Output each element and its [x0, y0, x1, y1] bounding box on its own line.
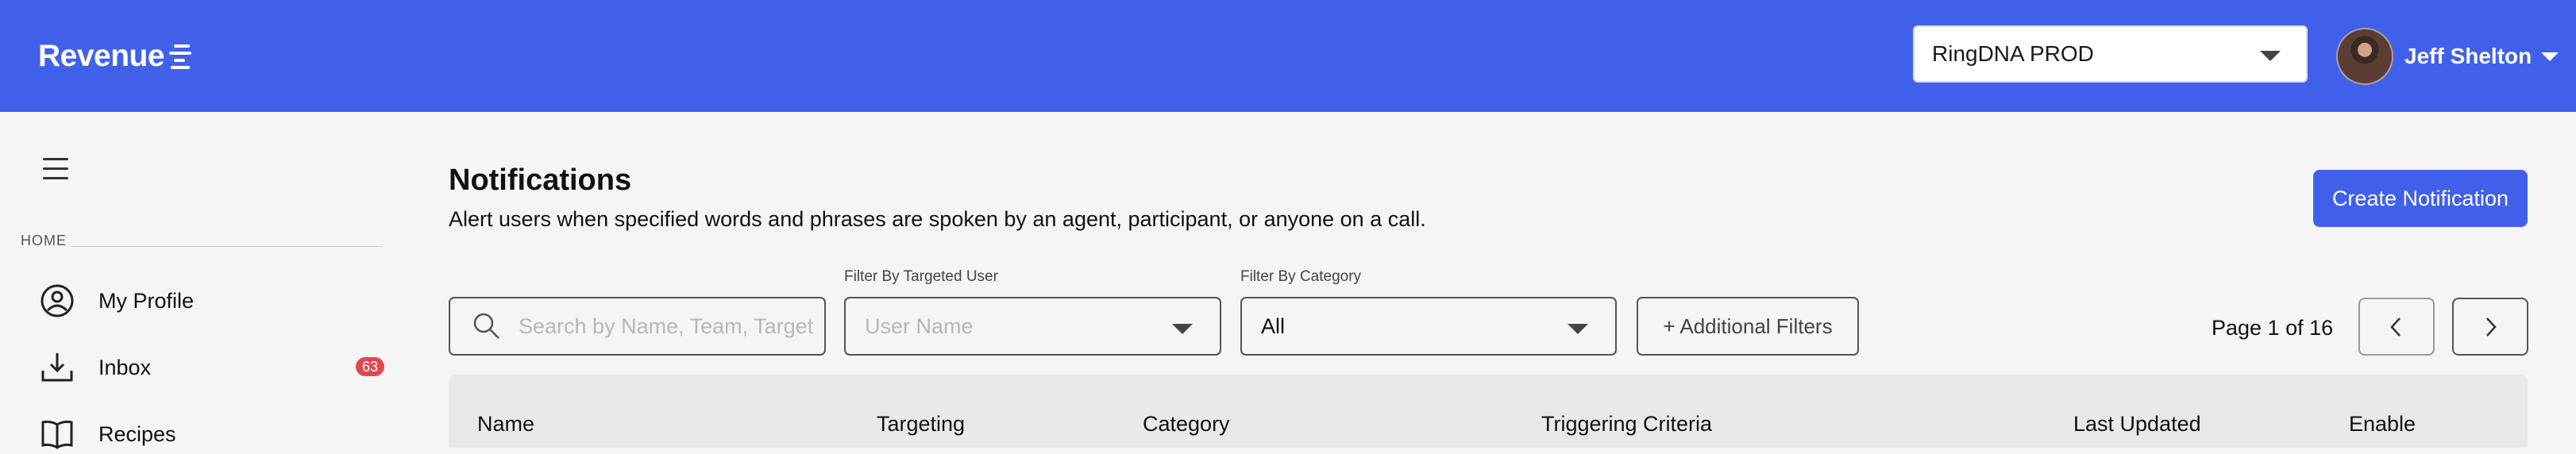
- brand-name: Revenue: [38, 39, 165, 73]
- brand-mark-icon: [169, 44, 192, 69]
- column-header-name[interactable]: Name: [477, 412, 534, 437]
- page-title: Notifications: [449, 164, 632, 197]
- sidebar-section-label: HOME: [21, 233, 67, 248]
- sidebar-item-label: My Profile: [98, 288, 195, 313]
- book-icon: [40, 417, 75, 452]
- app-logo[interactable]: Revenue: [38, 38, 192, 75]
- user-menu[interactable]: Jeff Shelton: [2336, 28, 2559, 85]
- inbox-icon: [40, 350, 75, 385]
- category-select[interactable]: All: [1240, 297, 1617, 356]
- sidebar-item-inbox[interactable]: Inbox 63: [40, 348, 389, 387]
- chevron-down-icon: [1172, 324, 1193, 334]
- search-field[interactable]: Search by Name, Team, Target: [449, 297, 826, 356]
- avatar: [2336, 28, 2393, 85]
- sidebar-item-label: Recipes: [98, 421, 176, 446]
- divider: [71, 246, 383, 247]
- category-select-value: All: [1261, 314, 1286, 338]
- pagination-text: Page 1 of 16: [2212, 316, 2334, 340]
- category-filter-label: Filter By Category: [1240, 268, 1362, 285]
- sidebar-item-recipes[interactable]: Recipes: [40, 414, 389, 454]
- column-header-triggering-criteria[interactable]: Triggering Criteria: [1541, 412, 1712, 437]
- sidebar-item-my-profile[interactable]: My Profile: [40, 281, 389, 321]
- create-notification-button[interactable]: Create Notification: [2313, 170, 2528, 227]
- table-header: [449, 375, 2528, 448]
- column-header-category[interactable]: Category: [1143, 412, 1230, 437]
- user-circle-icon: [40, 283, 75, 318]
- page-subtitle: Alert users when specified words and phr…: [449, 207, 1426, 231]
- menu-toggle-icon[interactable]: [43, 158, 68, 180]
- targeted-user-filter-label: Filter By Targeted User: [844, 268, 998, 285]
- sidebar: HOME My Profile Inbox 63 Recipes: [0, 112, 397, 449]
- search-icon: [472, 312, 501, 340]
- column-header-enable[interactable]: Enable: [2349, 412, 2416, 437]
- chevron-down-icon: [1568, 324, 1588, 334]
- additional-filters-button[interactable]: + Additional Filters: [1637, 297, 1859, 356]
- next-page-button[interactable]: [2452, 298, 2528, 356]
- chevron-left-icon: [2390, 317, 2401, 337]
- user-name: Jeff Shelton: [2404, 44, 2532, 68]
- chevron-right-icon: [2486, 317, 2497, 337]
- inbox-count-badge: 63: [355, 357, 384, 376]
- chevron-down-icon: [2260, 51, 2281, 61]
- targeted-user-placeholder: User Name: [865, 314, 974, 338]
- sidebar-item-label: Inbox: [98, 355, 152, 379]
- top-header: Revenue RingDNA PROD Jeff Shelton: [0, 0, 2576, 112]
- org-select-value: RingDNA PROD: [1932, 41, 2094, 66]
- previous-page-button[interactable]: [2358, 298, 2435, 356]
- column-header-last-updated[interactable]: Last Updated: [2073, 412, 2201, 437]
- column-header-targeting[interactable]: Targeting: [877, 412, 965, 437]
- targeted-user-select[interactable]: User Name: [844, 297, 1221, 356]
- search-input[interactable]: Search by Name, Team, Target: [519, 314, 820, 339]
- org-select[interactable]: RingDNA PROD: [1913, 25, 2308, 83]
- chevron-down-icon: [2541, 52, 2559, 61]
